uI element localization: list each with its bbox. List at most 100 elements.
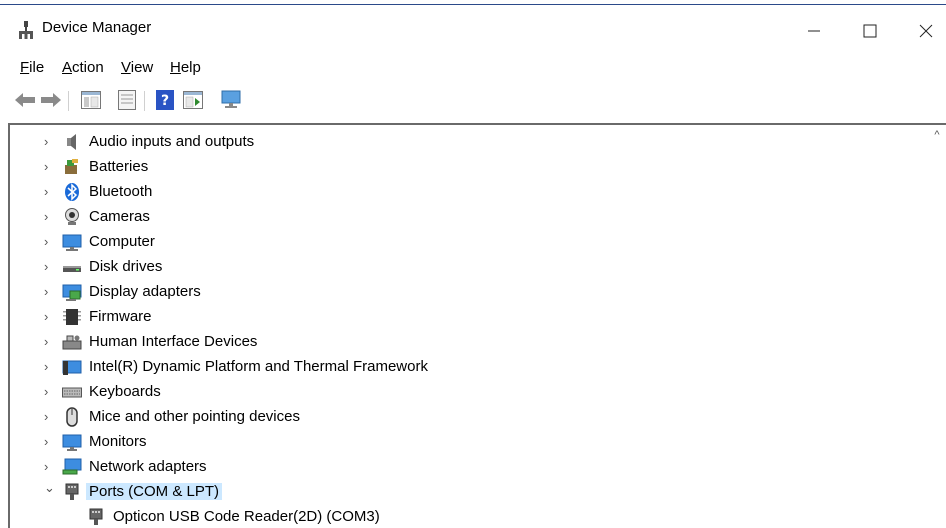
tree-node-disk-drives[interactable]: › Disk drives [10, 255, 910, 279]
expand-chevron-icon[interactable]: › [44, 184, 54, 199]
help-icon: ? [156, 90, 174, 110]
tree-node-label: Keyboards [89, 383, 161, 400]
tree-node-label: Display adapters [89, 283, 201, 300]
toolbar-separator [144, 91, 145, 111]
expand-chevron-icon[interactable]: › [44, 159, 54, 174]
expand-chevron-icon[interactable]: › [44, 434, 54, 449]
tree-node-display-adapters[interactable]: › Display adapters [10, 280, 910, 304]
expand-chevron-icon[interactable]: › [44, 334, 54, 349]
maximize-button[interactable] [842, 10, 898, 52]
tree-node-label: Bluetooth [89, 183, 153, 200]
tree-node-bluetooth[interactable]: › Bluetooth [10, 180, 910, 204]
port-icon [62, 482, 82, 502]
menu-help[interactable]: Help [170, 59, 201, 76]
expand-chevron-icon[interactable]: › [44, 134, 54, 149]
display-adapter-icon [62, 282, 82, 302]
mouse-icon [62, 407, 82, 427]
tree-node-label: Opticon USB Code Reader(2D) (COM3) [113, 508, 380, 525]
tree-node-mice[interactable]: › Mice and other pointing devices [10, 405, 910, 429]
tree-node-label: Firmware [89, 308, 152, 325]
menu-action-rest: ction [72, 59, 104, 76]
tree-node-firmware[interactable]: › Firmware [10, 305, 910, 329]
toolbar-separator [68, 91, 69, 111]
battery-icon [62, 157, 82, 177]
tree-node-label: Computer [89, 233, 155, 250]
window-title: Device Manager [42, 19, 152, 36]
menu-view[interactable]: View [121, 59, 153, 76]
tree-node-label: Network adapters [89, 458, 207, 475]
close-button[interactable] [898, 10, 946, 52]
tree-node-hid[interactable]: › Human Interface Devices [10, 330, 910, 354]
tree-node-label: Mice and other pointing devices [89, 408, 300, 425]
hid-icon [62, 332, 82, 352]
tree-node-label: Ports (COM & LPT) [86, 483, 223, 500]
update-driver-icon [183, 91, 203, 109]
forward-arrow-icon [41, 93, 61, 107]
tree-node-label: Disk drives [89, 258, 163, 275]
port-device-icon [86, 507, 106, 527]
expand-chevron-icon[interactable]: › [44, 409, 54, 424]
menu-help-rest: elp [180, 59, 201, 76]
back-button[interactable] [14, 89, 36, 111]
tree-node-monitors[interactable]: › Monitors [10, 430, 910, 454]
expand-chevron-icon[interactable]: › [44, 459, 54, 474]
expand-chevron-icon[interactable]: › [44, 359, 54, 374]
expand-chevron-icon[interactable]: › [44, 259, 54, 274]
tree-node-label: Intel(R) Dynamic Platform and Thermal Fr… [89, 358, 428, 375]
update-driver-button[interactable] [182, 89, 204, 111]
device-tree-pane: ^ › Audio inputs and outputs › Batteries… [8, 123, 946, 528]
intel-framework-icon [62, 357, 82, 377]
tree-node-cameras[interactable]: › Cameras [10, 205, 910, 229]
tree-node-label: Batteries [89, 158, 149, 175]
scroll-up-arrow[interactable]: ^ [930, 129, 944, 143]
maximize-icon [863, 24, 877, 38]
title-bar: Device Manager [0, 5, 946, 53]
menu-action[interactable]: Action [62, 59, 104, 76]
menu-view-rest: iew [130, 59, 154, 76]
tree-node-keyboards[interactable]: › Keyboards [10, 380, 910, 404]
properties-icon [118, 90, 136, 110]
menu-view-mnemonic: V [121, 59, 131, 76]
tree-node-label: Monitors [89, 433, 147, 450]
minimize-button[interactable] [786, 10, 842, 52]
bluetooth-icon [62, 182, 82, 202]
speaker-icon [62, 132, 82, 152]
disk-drive-icon [62, 257, 82, 277]
show-hide-console-tree-button[interactable] [80, 89, 102, 111]
show-hide-console-tree-icon [81, 91, 101, 109]
tree-node-ports[interactable]: ⌄ Ports (COM & LPT) [10, 480, 910, 504]
expand-chevron-icon[interactable]: › [44, 234, 54, 249]
forward-button[interactable] [40, 89, 62, 111]
expand-chevron-icon[interactable]: › [44, 309, 54, 324]
camera-icon [62, 207, 82, 227]
expand-chevron-icon[interactable]: › [44, 384, 54, 399]
tree-node-batteries[interactable]: › Batteries [10, 155, 910, 179]
menu-bar: File Action View Help [0, 54, 946, 82]
tree-node-network-adapters[interactable]: › Network adapters [10, 455, 910, 479]
menu-file-mnemonic: F [20, 59, 30, 76]
tree-node-label: Human Interface Devices [89, 333, 258, 350]
tree-node-label: Cameras [89, 208, 150, 225]
toolbar: ? [0, 84, 946, 118]
properties-button[interactable] [116, 89, 138, 111]
tree-node-intel-framework[interactable]: › Intel(R) Dynamic Platform and Thermal … [10, 355, 910, 379]
help-button[interactable]: ? [154, 89, 176, 111]
scan-hardware-button[interactable] [220, 89, 242, 111]
menu-file[interactable]: File [20, 59, 44, 76]
collapse-chevron-icon[interactable]: ⌄ [44, 480, 55, 495]
firmware-icon [62, 307, 82, 327]
network-adapter-icon [62, 457, 82, 477]
tree-node-computer[interactable]: › Computer [10, 230, 910, 254]
monitor-icon [62, 432, 82, 452]
tree-node-opticon-reader[interactable]: Opticon USB Code Reader(2D) (COM3) [10, 505, 910, 528]
tree-node-label: Audio inputs and outputs [89, 133, 255, 150]
tree-node-audio[interactable]: › Audio inputs and outputs [10, 130, 910, 154]
expand-chevron-icon[interactable]: › [44, 284, 54, 299]
expand-chevron-icon[interactable]: › [44, 209, 54, 224]
scan-hardware-icon [221, 90, 241, 108]
close-icon [919, 24, 933, 38]
device-manager-icon [18, 21, 34, 39]
svg-text:?: ? [161, 93, 169, 109]
computer-icon [62, 232, 82, 252]
keyboard-icon [62, 382, 82, 402]
